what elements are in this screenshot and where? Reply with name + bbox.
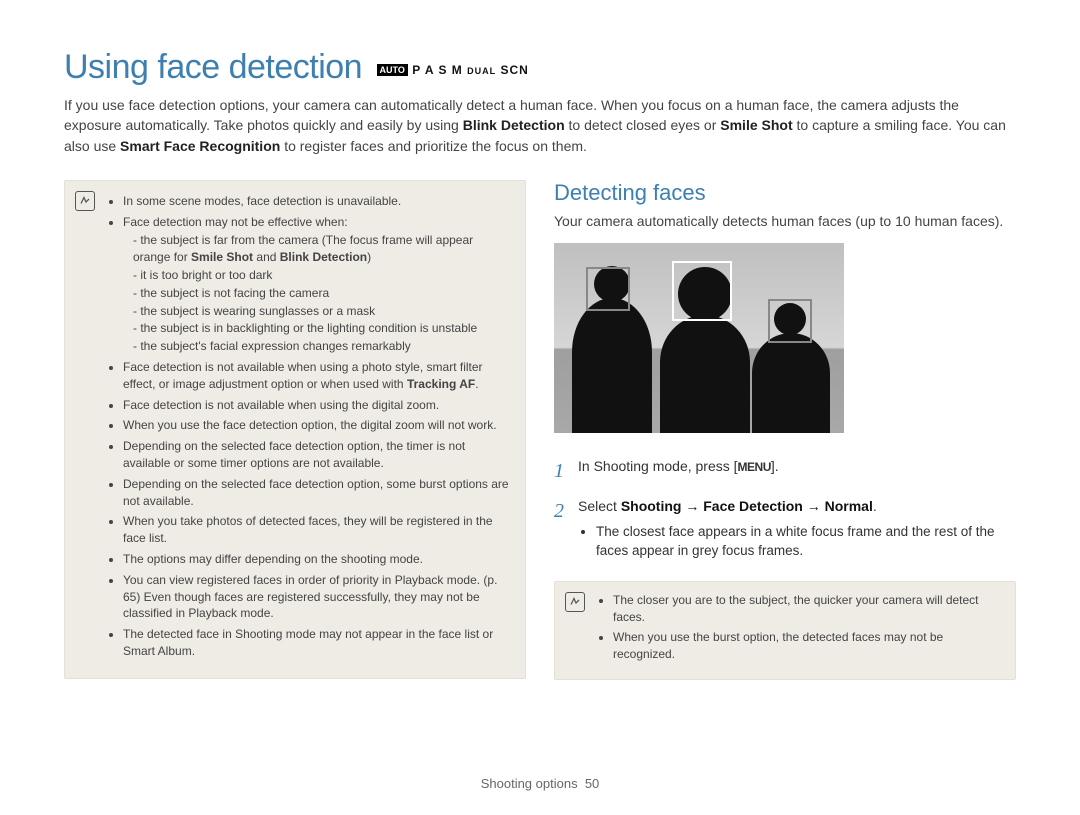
note-item: Depending on the selected face detection… [123, 476, 509, 510]
note-list: In some scene modes, face detection is u… [109, 193, 509, 660]
mode-dual: DUAL [467, 66, 496, 76]
note-icon [75, 191, 95, 211]
note-item: When you use the burst option, the detec… [613, 629, 1001, 663]
note-box-right: The closer you are to the subject, the q… [554, 581, 1016, 680]
step-1: 1 In Shooting mode, press [MENU]. [554, 457, 1016, 485]
section-intro: Your camera automatically detects human … [554, 212, 1016, 232]
page-title: Using face detection [64, 48, 362, 87]
note-item: Depending on the selected face detection… [123, 438, 509, 472]
note-item: The detected face in Shooting mode may n… [123, 626, 509, 660]
mode-scn: SCN [500, 63, 528, 77]
focus-frame-white [672, 261, 732, 321]
silhouette-1 [572, 298, 652, 433]
note-icon [565, 592, 585, 612]
step-body: In Shooting mode, press [MENU]. [578, 457, 1016, 485]
step-sub-bullets: The closest face appears in a white focu… [578, 523, 1016, 561]
note-list: The closer you are to the subject, the q… [599, 592, 1001, 663]
step-2: 2 Select Shooting → Face Detection → Nor… [554, 497, 1016, 562]
mode-letters: P A S M [412, 63, 463, 77]
steps-list: 1 In Shooting mode, press [MENU]. 2 Sele… [554, 457, 1016, 562]
note-item: Face detection is not available when usi… [123, 359, 509, 393]
left-column: In some scene modes, face detection is u… [64, 180, 526, 680]
step-number: 1 [554, 457, 578, 485]
note-item: In some scene modes, face detection is u… [123, 193, 509, 210]
page-footer: Shooting options 50 [0, 776, 1080, 791]
note-subitem: the subject is far from the camera (The … [133, 232, 509, 266]
note-item: The options may differ depending on the … [123, 551, 509, 568]
footer-page-number: 50 [585, 776, 599, 791]
note-subitem: the subject is wearing sunglasses or a m… [133, 303, 509, 320]
note-item: When you use the face detection option, … [123, 417, 509, 434]
note-subitem: the subject's facial expression changes … [133, 338, 509, 355]
note-item: Face detection is not available when usi… [123, 397, 509, 414]
step-body: Select Shooting → Face Detection → Norma… [578, 497, 1016, 562]
note-item: The closer you are to the subject, the q… [613, 592, 1001, 626]
mode-icons: AUTO P A S M DUAL SCN [377, 63, 529, 77]
focus-frame-grey [586, 267, 630, 311]
menu-key-label: MENU [738, 459, 771, 476]
two-column-layout: In some scene modes, face detection is u… [64, 180, 1016, 680]
silhouette-3 [752, 333, 830, 433]
section-title: Detecting faces [554, 180, 1016, 206]
focus-frame-grey [768, 299, 812, 343]
mode-auto-badge: AUTO [377, 64, 408, 76]
note-item: When you take photos of detected faces, … [123, 513, 509, 547]
note-subitem: the subject is in backlighting or the li… [133, 320, 509, 337]
step-number: 2 [554, 497, 578, 562]
note-box-left: In some scene modes, face detection is u… [64, 180, 526, 679]
note-sublist: the subject is far from the camera (The … [123, 232, 509, 355]
intro-paragraph: If you use face detection options, your … [64, 95, 1016, 156]
note-subitem: the subject is not facing the camera [133, 285, 509, 302]
step-sub-bullet: The closest face appears in a white focu… [596, 523, 1016, 561]
right-column: Detecting faces Your camera automaticall… [554, 180, 1016, 680]
note-subitem: it is too bright or too dark [133, 267, 509, 284]
face-detection-illustration [554, 243, 844, 433]
note-item: Face detection may not be effective when… [123, 214, 509, 355]
title-row: Using face detection AUTO P A S M DUAL S… [64, 48, 1016, 87]
footer-section: Shooting options [481, 776, 578, 791]
note-item: You can view registered faces in order o… [123, 572, 509, 622]
silhouette-2 [660, 315, 750, 433]
